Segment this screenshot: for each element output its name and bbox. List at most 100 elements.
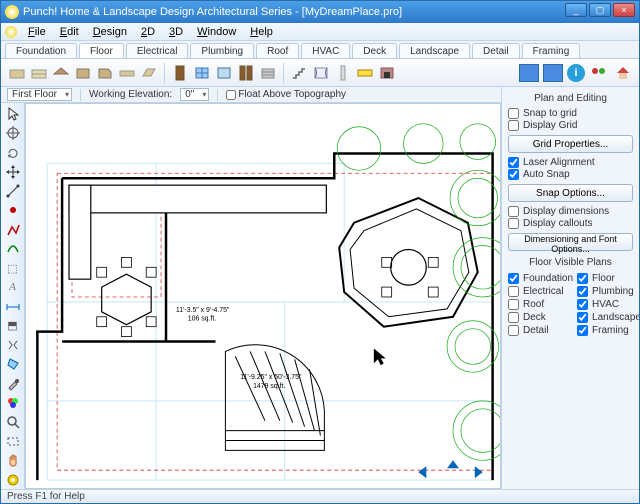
break-tool-icon[interactable]: [3, 336, 23, 354]
zoom-tool-icon[interactable]: [3, 413, 23, 431]
snap-options-button[interactable]: Snap Options...: [508, 184, 633, 202]
status-text: Press F1 for Help: [7, 491, 85, 502]
point-tool-icon[interactable]: [3, 201, 23, 219]
plan-roof-checkbox[interactable]: Roof: [508, 299, 573, 310]
working-elevation-value[interactable]: 0": [180, 88, 209, 101]
menu-design[interactable]: Design: [86, 26, 134, 38]
display-grid-checkbox[interactable]: Display Grid: [508, 120, 633, 131]
fireplace-icon[interactable]: [377, 63, 397, 83]
tool-12[interactable]: ⬒: [3, 317, 23, 335]
cursor-icon: [374, 348, 386, 365]
plan-framing-checkbox[interactable]: Framing: [577, 325, 639, 336]
tab-detail[interactable]: Detail: [472, 43, 520, 58]
door-double-icon[interactable]: [236, 63, 256, 83]
tab-framing[interactable]: Framing: [522, 43, 581, 58]
tab-deck[interactable]: Deck: [352, 43, 397, 58]
tab-foundation[interactable]: Foundation: [5, 43, 77, 58]
fill-tool-icon[interactable]: [3, 355, 23, 373]
eyedrop-tool-icon[interactable]: [3, 375, 23, 393]
text-tool-icon[interactable]: A: [3, 278, 23, 296]
dimension-tool-icon[interactable]: [3, 298, 23, 316]
cabinet-icon[interactable]: [73, 63, 93, 83]
wall-tool2-icon[interactable]: [29, 63, 49, 83]
close-button[interactable]: ×: [613, 3, 635, 17]
app-icon: [5, 5, 19, 19]
house-icon[interactable]: [613, 63, 633, 83]
minimize-button[interactable]: _: [565, 3, 587, 17]
wall-tool-icon[interactable]: [7, 63, 27, 83]
menubar: File Edit Design 2D 3D Window Help: [1, 23, 639, 41]
plan-landscape-checkbox[interactable]: Landscape: [577, 312, 639, 323]
tab-hvac[interactable]: HVAC: [301, 43, 350, 58]
right-panel: Plan and Editing Snap to grid Display Gr…: [501, 87, 639, 489]
cabinet2-icon[interactable]: [95, 63, 115, 83]
display-callouts-checkbox[interactable]: Display callouts: [508, 218, 633, 229]
room2-dim: 11'-9.25" x 50'-3.75": [240, 374, 302, 381]
select-tool-icon[interactable]: [3, 105, 23, 123]
working-elevation-label: Working Elevation:: [89, 89, 172, 100]
room1-dim: 11'-3.5" x 9'-4.75": [176, 307, 230, 314]
counter-icon[interactable]: [117, 63, 137, 83]
tab-plumbing[interactable]: Plumbing: [190, 43, 254, 58]
line-tool-icon[interactable]: [3, 182, 23, 200]
plan-plumbing-checkbox[interactable]: Plumbing: [577, 286, 639, 297]
menu-edit[interactable]: Edit: [53, 26, 86, 38]
tab-floor[interactable]: Floor: [79, 43, 124, 58]
plan-detail-checkbox[interactable]: Detail: [508, 325, 573, 336]
color-tool-icon[interactable]: [3, 394, 23, 412]
drawing-canvas[interactable]: 11'-3.5" x 9'-4.75" 106 sq.ft. 11'-9.25"…: [25, 103, 501, 489]
garage-icon[interactable]: [258, 63, 278, 83]
panel-header: Plan and Editing: [508, 93, 633, 104]
plan-hvac-checkbox[interactable]: HVAC: [577, 299, 639, 310]
menu-3d[interactable]: 3D: [162, 26, 190, 38]
window2-icon[interactable]: [214, 63, 234, 83]
door-icon[interactable]: [170, 63, 190, 83]
maximize-button[interactable]: ▢: [589, 3, 611, 17]
floor-selector[interactable]: First Floor: [7, 88, 72, 101]
display-dimensions-checkbox[interactable]: Display dimensions: [508, 206, 633, 217]
dimensioning-button[interactable]: Dimensioning and Font Options...: [508, 233, 633, 251]
roof-tool-icon[interactable]: [51, 63, 71, 83]
tab-electrical[interactable]: Electrical: [126, 43, 189, 58]
plan-deck-checkbox[interactable]: Deck: [508, 312, 573, 323]
rotate-tool-icon[interactable]: [3, 144, 23, 162]
curve-tool-icon[interactable]: [3, 240, 23, 258]
float-above-checkbox[interactable]: Float Above Topography: [226, 89, 346, 100]
view-mode-2-icon[interactable]: [543, 64, 563, 82]
window-icon[interactable]: [192, 63, 212, 83]
info-icon[interactable]: i: [567, 64, 585, 82]
snap-to-grid-checkbox[interactable]: Snap to grid: [508, 108, 633, 119]
grid-properties-button[interactable]: Grid Properties...: [508, 135, 633, 153]
visible-plans-header: Floor Visible Plans: [508, 257, 633, 268]
settings-tool-icon[interactable]: [3, 471, 23, 489]
people-icon[interactable]: [589, 63, 609, 83]
pan-tool-icon[interactable]: [3, 124, 23, 142]
tab-roof[interactable]: Roof: [256, 43, 299, 58]
measure-icon[interactable]: [355, 63, 375, 83]
tab-landscape[interactable]: Landscape: [399, 43, 470, 58]
room2-area: 1479 sq.ft.: [253, 383, 285, 390]
room1-area: 106 sq.ft.: [188, 316, 216, 323]
path-tool-icon[interactable]: [3, 221, 23, 239]
menu-2d[interactable]: 2D: [134, 26, 162, 38]
stairs-icon[interactable]: [289, 63, 309, 83]
plan-electrical-checkbox[interactable]: Electrical: [508, 286, 573, 297]
plan-tabs: Foundation Floor Electrical Plumbing Roo…: [1, 41, 639, 59]
tool-9[interactable]: ⬚: [3, 259, 23, 277]
floor-icon[interactable]: [139, 63, 159, 83]
curtain-icon[interactable]: [311, 63, 331, 83]
doc-icon: [5, 26, 17, 38]
hand-tool-icon[interactable]: [3, 452, 23, 470]
menu-help[interactable]: Help: [243, 26, 280, 38]
tool-18[interactable]: [3, 432, 23, 450]
column-icon[interactable]: [333, 63, 353, 83]
auto-snap-checkbox[interactable]: Auto Snap: [508, 169, 633, 180]
plan-floor-checkbox[interactable]: Floor: [577, 273, 639, 284]
laser-alignment-checkbox[interactable]: Laser Alignment: [508, 157, 633, 168]
view-mode-1-icon[interactable]: [519, 64, 539, 82]
statusbar: Press F1 for Help: [1, 489, 639, 503]
plan-foundation-checkbox[interactable]: Foundation: [508, 273, 573, 284]
menu-file[interactable]: File: [21, 26, 53, 38]
move-tool-icon[interactable]: [3, 163, 23, 181]
menu-window[interactable]: Window: [190, 26, 243, 38]
